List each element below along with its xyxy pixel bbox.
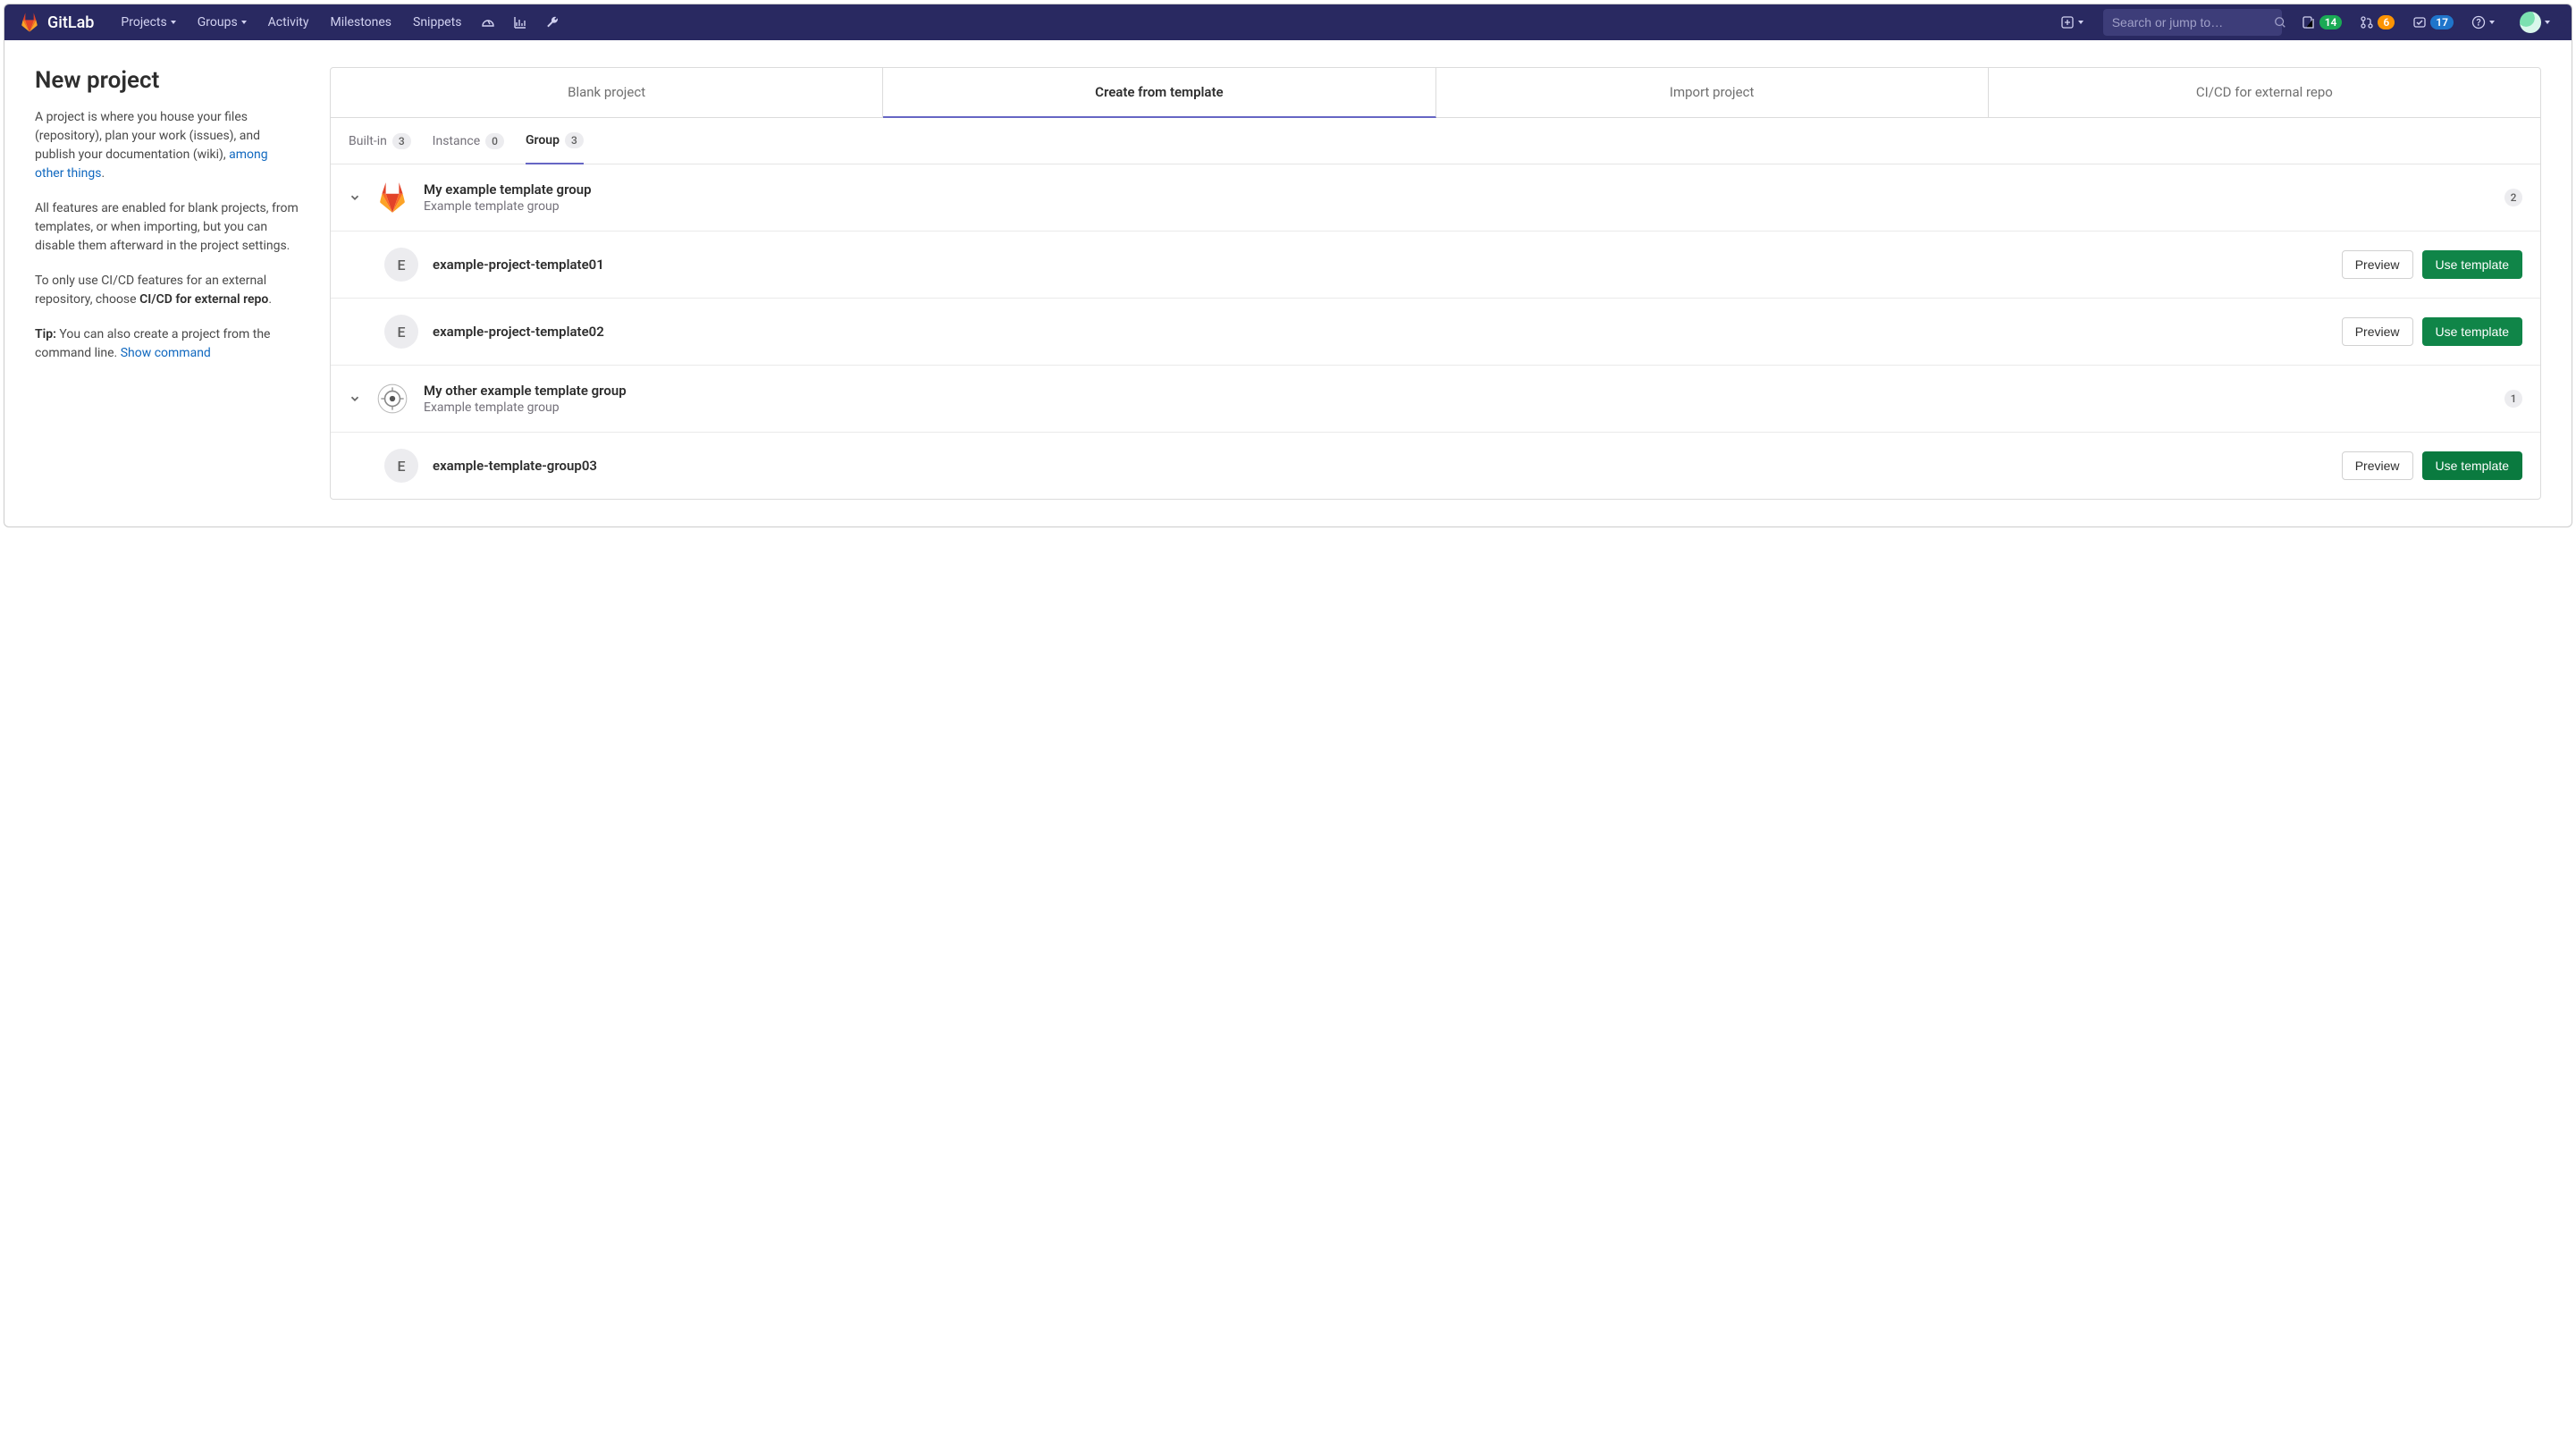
analytics-icon[interactable] [506, 15, 535, 29]
use-template-button[interactable]: Use template [2422, 451, 2522, 480]
template-avatar: E [384, 449, 418, 483]
issues-counter[interactable]: 14 [2294, 15, 2350, 29]
search-icon [2274, 16, 2286, 29]
template-avatar: E [384, 315, 418, 349]
todos-count: 17 [2430, 15, 2454, 29]
nav-projects-label: Projects [121, 15, 166, 29]
collapse-toggle[interactable] [349, 392, 361, 405]
nav-groups[interactable]: Groups [189, 15, 256, 29]
merge-requests-counter[interactable]: 6 [2353, 15, 2402, 29]
nav-milestones-label: Milestones [331, 15, 392, 29]
preview-button[interactable]: Preview [2342, 451, 2413, 480]
nav-groups-label: Groups [198, 15, 238, 29]
subtab-group-count: 3 [565, 132, 584, 148]
search-input[interactable] [2112, 15, 2274, 29]
subtab-instance-count: 0 [485, 133, 504, 149]
intro-p2: All features are enabled for blank proje… [35, 199, 299, 256]
template-row: E example-project-template02 Preview Use… [331, 299, 2540, 366]
gauge-icon[interactable] [474, 15, 502, 29]
nav-projects[interactable]: Projects [112, 15, 184, 29]
intro-panel: New project A project is where you house… [35, 67, 299, 379]
help-dropdown[interactable] [2464, 15, 2502, 29]
group-name: My other example template group [424, 383, 627, 399]
chevron-down-icon [2489, 21, 2495, 24]
merge-count: 6 [2378, 15, 2395, 29]
gitlab-logo-icon [19, 12, 40, 33]
new-dropdown[interactable] [2053, 15, 2091, 29]
nav-activity-label: Activity [268, 15, 309, 29]
user-avatar [2520, 12, 2541, 33]
preview-button[interactable]: Preview [2342, 317, 2413, 346]
template-group-row: My other example template group Example … [331, 366, 2540, 433]
template-row: E example-project-template01 Preview Use… [331, 232, 2540, 299]
todos-counter[interactable]: 17 [2405, 15, 2461, 29]
intro-p1: A project is where you house your files … [35, 108, 299, 183]
tab-import-project[interactable]: Import project [1436, 68, 1989, 117]
tab-create-from-template[interactable]: Create from template [883, 68, 1435, 118]
subtab-group-label: Group [526, 133, 560, 147]
page-title: New project [35, 67, 299, 94]
template-source-tabs: Built-in 3 Instance 0 Group 3 [331, 118, 2540, 164]
template-row: E example-template-group03 Preview Use t… [331, 433, 2540, 499]
group-template-count: 2 [2504, 189, 2522, 206]
collapse-toggle[interactable] [349, 191, 361, 204]
nav-snippets[interactable]: Snippets [404, 15, 470, 29]
template-name: example-project-template02 [433, 324, 604, 340]
subtab-instance-label: Instance [433, 134, 480, 148]
subtab-group[interactable]: Group 3 [526, 118, 584, 164]
group-template-count: 1 [2504, 390, 2522, 408]
nav-snippets-label: Snippets [413, 15, 461, 29]
admin-wrench-icon[interactable] [538, 15, 567, 29]
group-desc: Example template group [424, 400, 627, 415]
tab-blank-project[interactable]: Blank project [331, 68, 883, 117]
chevron-down-icon [2545, 21, 2550, 24]
chevron-down-icon [171, 21, 176, 24]
template-name: example-project-template01 [433, 257, 604, 273]
group-avatar-custom-icon [375, 382, 409, 416]
user-menu[interactable] [2505, 12, 2557, 33]
subtab-builtin[interactable]: Built-in 3 [349, 118, 411, 164]
subtab-builtin-label: Built-in [349, 134, 387, 148]
new-project-card: Blank project Create from template Impor… [330, 67, 2541, 500]
template-avatar: E [384, 248, 418, 282]
preview-button[interactable]: Preview [2342, 250, 2413, 279]
chevron-down-icon [241, 21, 247, 24]
template-name: example-template-group03 [433, 458, 597, 474]
brand-name: GitLab [47, 13, 94, 32]
use-template-button[interactable]: Use template [2422, 317, 2522, 346]
group-name: My example template group [424, 181, 592, 198]
global-search[interactable] [2103, 9, 2282, 36]
use-template-button[interactable]: Use template [2422, 250, 2522, 279]
nav-milestones[interactable]: Milestones [322, 15, 401, 29]
tab-cicd-external[interactable]: CI/CD for external repo [1989, 68, 2540, 117]
intro-p3: To only use CI/CD features for an extern… [35, 272, 299, 309]
top-navbar: GitLab Projects Groups Activity Mileston… [4, 4, 2572, 40]
brand[interactable]: GitLab [19, 12, 94, 33]
show-command-link[interactable]: Show command [121, 346, 211, 360]
subtab-instance[interactable]: Instance 0 [433, 118, 504, 164]
chevron-down-icon [2078, 21, 2084, 24]
subtab-builtin-count: 3 [392, 133, 411, 149]
issues-count: 14 [2319, 15, 2343, 29]
project-type-tabs: Blank project Create from template Impor… [331, 68, 2540, 118]
nav-activity[interactable]: Activity [259, 15, 318, 29]
group-avatar-gitlab-icon [375, 181, 409, 215]
template-group-row: My example template group Example templa… [331, 164, 2540, 232]
intro-p4: Tip: You can also create a project from … [35, 325, 299, 363]
group-desc: Example template group [424, 199, 592, 214]
